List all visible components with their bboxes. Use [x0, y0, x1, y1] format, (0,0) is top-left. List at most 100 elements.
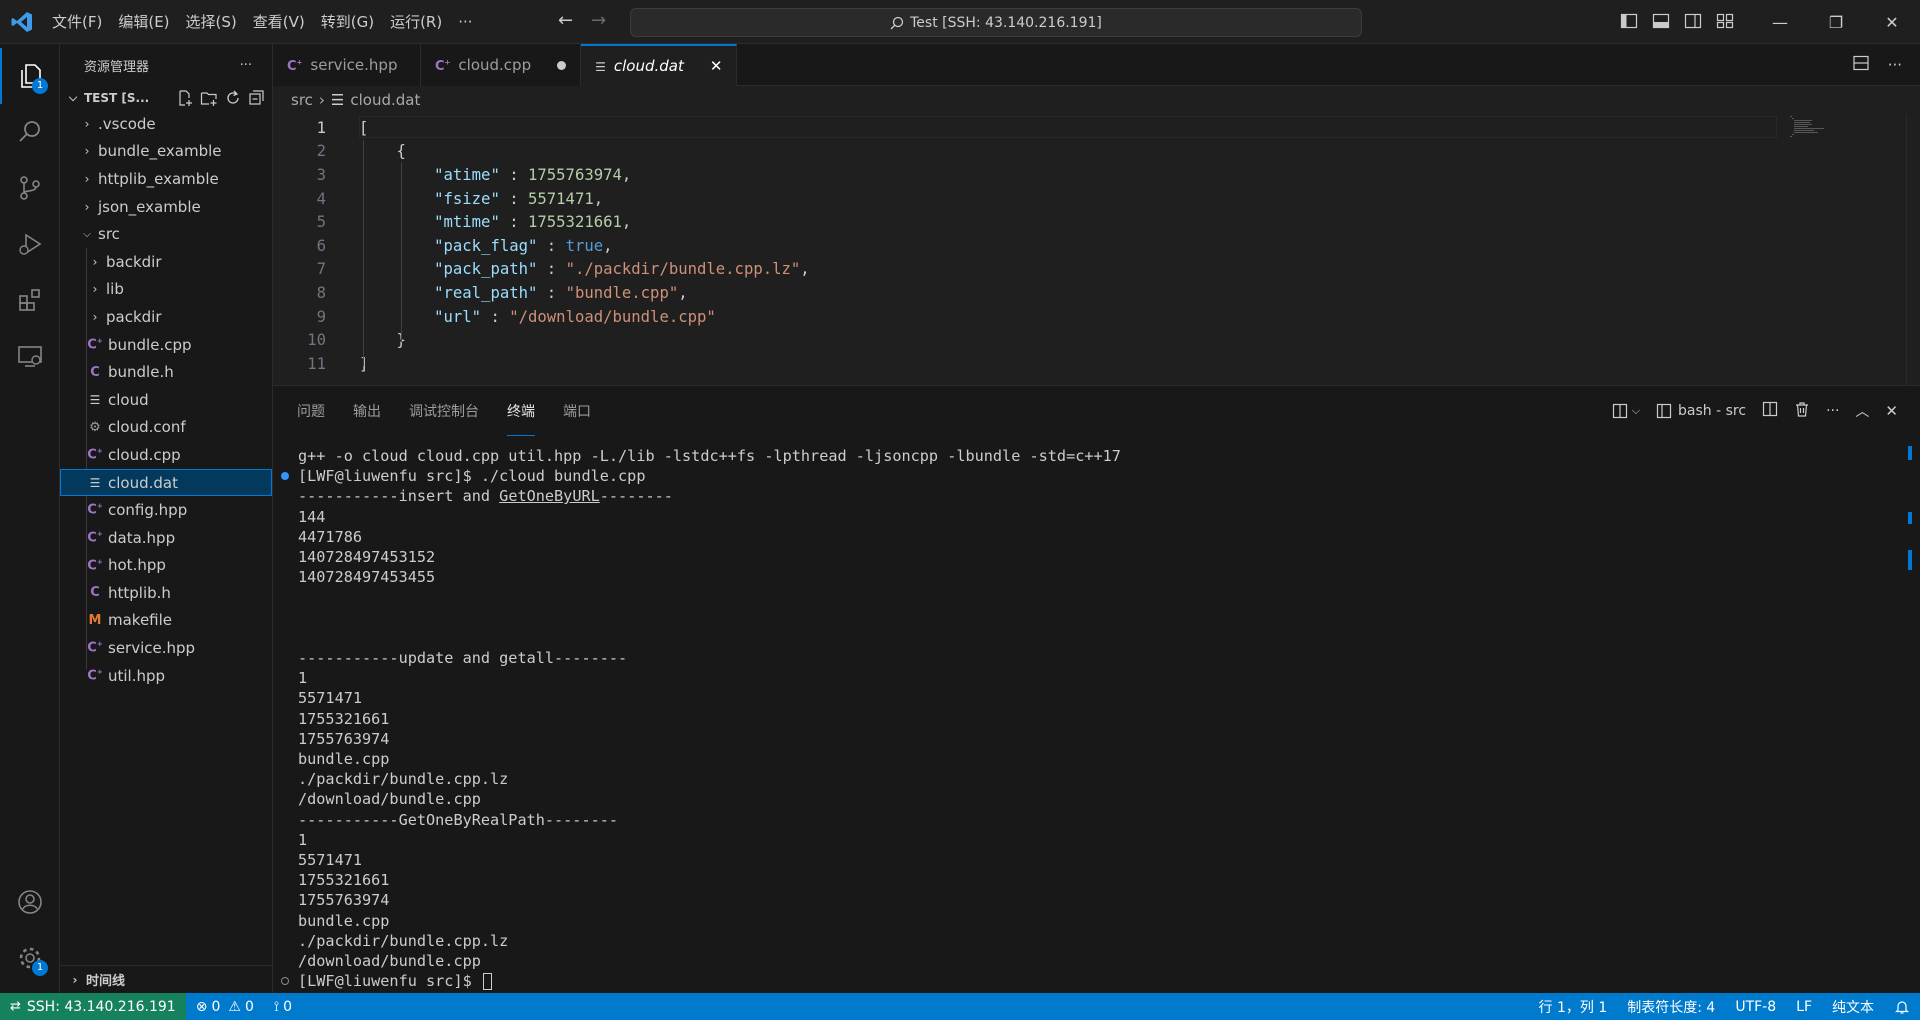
- tree-file[interactable]: ⚙ cloud.conf: [60, 414, 272, 442]
- terminal-line: 140728497453455: [298, 568, 436, 587]
- close-panel-icon[interactable]: ✕: [1885, 402, 1898, 420]
- split-terminal-icon[interactable]: [1762, 401, 1778, 421]
- panel-tab[interactable]: 终端: [507, 386, 535, 436]
- encoding[interactable]: UTF-8: [1725, 993, 1786, 1020]
- new-folder-icon[interactable]: [200, 89, 218, 107]
- tree-file[interactable]: ☰ cloud.dat: [60, 468, 272, 497]
- menu-item[interactable]: 选择(S): [178, 8, 245, 36]
- tree-file[interactable]: ☰ cloud: [60, 386, 272, 414]
- c-file-icon: C: [90, 364, 100, 380]
- menu-item[interactable]: ···: [450, 8, 480, 36]
- terminal-scrollbar[interactable]: [1908, 446, 1912, 991]
- restore-icon[interactable]: ❐: [1808, 0, 1864, 44]
- line-number: 1: [316, 118, 326, 137]
- language-mode[interactable]: 纯文本: [1822, 993, 1884, 1020]
- collapse-all-icon[interactable]: [248, 89, 266, 107]
- trash-icon[interactable]: [1794, 401, 1810, 421]
- code-editor[interactable]: 1[2 {3 "atime" : 1755763974, 4 "fsize" : …: [273, 114, 1920, 385]
- menu-item[interactable]: 文件(F): [44, 8, 110, 36]
- tree-file[interactable]: C+ bundle.cpp: [60, 331, 272, 359]
- terminal-instance[interactable]: bash - src: [1656, 403, 1746, 419]
- chevron-down-icon: ⌵: [83, 228, 91, 240]
- code-text: "pack_flag" : true,: [434, 236, 613, 255]
- breadcrumb-file[interactable]: cloud.dat: [350, 91, 420, 109]
- panel-tab[interactable]: 端口: [563, 386, 591, 436]
- tree-folder[interactable]: › backdir: [60, 248, 272, 276]
- explorer-more-icon[interactable]: ···: [240, 58, 252, 73]
- tree-file[interactable]: C+ cloud.cpp: [60, 441, 272, 469]
- tree-folder[interactable]: ⌵ src: [60, 220, 272, 248]
- notifications-icon[interactable]: [1884, 993, 1920, 1020]
- remote-indicator[interactable]: ⇄ SSH: 43.140.216.191: [0, 993, 186, 1020]
- explorer-activity[interactable]: 1: [0, 48, 60, 104]
- breadcrumb-folder[interactable]: src: [291, 91, 313, 109]
- maximize-panel-icon[interactable]: ︿: [1855, 401, 1869, 421]
- command-decoration-icon[interactable]: [281, 472, 289, 481]
- customize-layout-icon[interactable]: [1716, 12, 1734, 30]
- tree-item-label: bundle.h: [108, 363, 174, 382]
- manage-activity[interactable]: 1: [0, 930, 60, 986]
- command-decoration-icon[interactable]: [281, 977, 289, 986]
- menu-item[interactable]: 编辑(E): [110, 8, 177, 36]
- ports-indicator[interactable]: ⟟ 0: [264, 993, 302, 1020]
- menu-item[interactable]: 运行(R): [382, 8, 450, 36]
- timeline-section[interactable]: › 时间线: [60, 965, 272, 993]
- accounts-activity[interactable]: [0, 874, 60, 930]
- split-editor-icon[interactable]: [1852, 54, 1870, 76]
- editor-scrollbar[interactable]: [1906, 114, 1920, 385]
- underlined-link[interactable]: GetOneByURL: [499, 487, 600, 505]
- panel-tab[interactable]: 问题: [297, 386, 325, 436]
- indentation[interactable]: 制表符长度: 4: [1617, 993, 1725, 1020]
- tree-file[interactable]: C+ config.hpp: [60, 496, 272, 524]
- tree-file[interactable]: C+ hot.hpp: [60, 552, 272, 580]
- more-actions-icon[interactable]: ···: [1888, 56, 1902, 74]
- menu-item[interactable]: 查看(V): [245, 8, 313, 36]
- tree-file[interactable]: Cbundle.h: [60, 358, 272, 386]
- run-debug-activity[interactable]: [0, 216, 60, 272]
- forward-arrow-icon[interactable]: →: [591, 10, 606, 31]
- remote-explorer-activity[interactable]: [0, 328, 60, 384]
- tree-folder[interactable]: › json_examble: [60, 193, 272, 221]
- menu-item[interactable]: 转到(G): [313, 8, 382, 36]
- tree-folder[interactable]: › lib: [60, 276, 272, 304]
- editor-tab[interactable]: C+ service.hpp: [273, 44, 421, 86]
- command-center[interactable]: Test [SSH: 43.140.216.191]: [630, 8, 1362, 37]
- end-of-line[interactable]: LF: [1786, 993, 1822, 1020]
- toggle-panel-icon[interactable]: [1652, 12, 1670, 30]
- editor-tab[interactable]: C+ cloud.cpp: [421, 44, 582, 86]
- extensions-activity[interactable]: [0, 272, 60, 328]
- tree-file[interactable]: C+ service.hpp: [60, 634, 272, 662]
- toggle-primary-sidebar-icon[interactable]: [1620, 12, 1638, 30]
- panel-tab[interactable]: 输出: [353, 386, 381, 436]
- source-control-activity[interactable]: [0, 160, 60, 216]
- workspace-section[interactable]: ⌵ TEST [S...: [60, 86, 272, 110]
- tree-file[interactable]: Chttplib.h: [60, 579, 272, 607]
- ports-count: 0: [283, 998, 292, 1015]
- tree-file[interactable]: C+ data.hpp: [60, 524, 272, 552]
- close-window-icon[interactable]: ✕: [1864, 0, 1920, 44]
- tree-folder[interactable]: › packdir: [60, 303, 272, 331]
- refresh-icon[interactable]: [224, 89, 242, 107]
- tree-folder[interactable]: › httplib_examble: [60, 165, 272, 193]
- line-number: 7: [316, 260, 326, 279]
- search-activity[interactable]: [0, 104, 60, 160]
- terminal-name: bash - src: [1678, 403, 1747, 419]
- new-file-icon[interactable]: [176, 89, 194, 107]
- tree-file[interactable]: Mmakefile: [60, 607, 272, 635]
- editor-tab[interactable]: ☰ cloud.dat ✕: [581, 44, 738, 86]
- unsaved-dot-icon[interactable]: [557, 60, 567, 70]
- minimize-icon[interactable]: —: [1752, 0, 1808, 44]
- panel-tab[interactable]: 调试控制台: [409, 386, 479, 436]
- close-tab-icon[interactable]: ✕: [710, 57, 723, 75]
- back-arrow-icon[interactable]: ←: [558, 10, 573, 31]
- settings-badge: 1: [32, 960, 48, 976]
- tree-folder[interactable]: › .vscode: [60, 110, 272, 138]
- tree-file[interactable]: C+ util.hpp: [60, 662, 272, 690]
- more-actions-icon[interactable]: ···: [1826, 403, 1839, 419]
- toggle-secondary-sidebar-icon[interactable]: [1684, 12, 1702, 30]
- new-terminal-dropdown[interactable]: ⌵: [1612, 403, 1640, 419]
- tree-folder[interactable]: › bundle_examble: [60, 138, 272, 166]
- cursor-position[interactable]: 行 1，列 1: [1529, 993, 1618, 1020]
- problems-indicator[interactable]: ⊗ 0 ⚠ 0: [186, 993, 264, 1020]
- terminal[interactable]: g++ -o cloud cloud.cpp util.hpp -L./lib …: [273, 446, 1898, 991]
